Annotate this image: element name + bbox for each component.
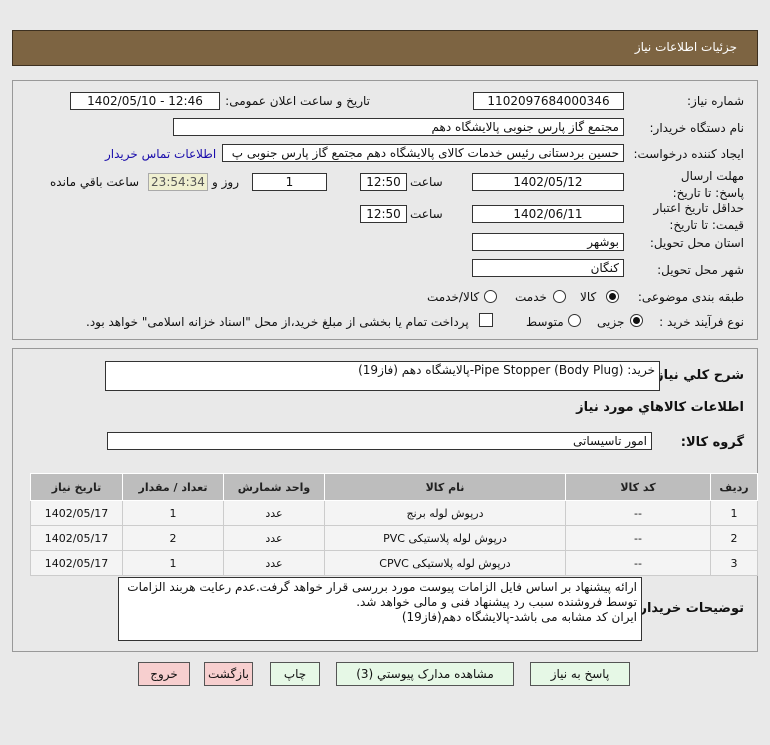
cell-row-number: 2 bbox=[710, 525, 758, 551]
creator-label: ایجاد کننده درخواست: bbox=[633, 147, 744, 161]
group-label: گروه کالا: bbox=[680, 435, 744, 450]
days-label: روز و bbox=[212, 175, 239, 189]
cell-name: درپوش لوله پلاستیکی CPVC bbox=[324, 550, 566, 576]
cell-name: درپوش لوله برنج bbox=[324, 500, 566, 526]
notes-field: ارائه پیشنهاد بر اساس فایل الزامات پیوست… bbox=[118, 577, 642, 641]
buyer-label: نام دستگاه خریدار: bbox=[649, 121, 745, 135]
deadline-time-field: 12:50 bbox=[360, 173, 407, 191]
notes-label: توضیحات خریدار: bbox=[634, 601, 744, 616]
exit-button[interactable]: خروج bbox=[138, 662, 190, 686]
process-option-label: جزیی bbox=[597, 315, 625, 329]
category-radio-service[interactable] bbox=[553, 290, 566, 303]
validity-label: حداقل تاریخ اعتبار قیمت: تا تاریخ: bbox=[653, 201, 744, 232]
province-field: بوشهر bbox=[472, 233, 624, 251]
announce-label: تاریخ و ساعت اعلان عمومی: bbox=[225, 94, 370, 108]
remaining-label: ساعت باقي مانده bbox=[50, 175, 140, 189]
column-header: ردیف bbox=[710, 473, 758, 501]
days-field: 1 bbox=[252, 173, 327, 191]
column-header: تاریخ نیاز bbox=[30, 473, 123, 501]
validity-time-field: 12:50 bbox=[360, 205, 407, 223]
cell-unit: عدد bbox=[223, 500, 325, 526]
need-number-label: شماره نیاز: bbox=[687, 94, 744, 108]
page-header: جزئیات اطلاعات نیاز bbox=[12, 30, 758, 66]
cell-code: -- bbox=[565, 525, 711, 551]
cell-unit: عدد bbox=[223, 550, 325, 576]
cell-date: 1402/05/17 bbox=[30, 525, 123, 551]
validity-date-field: 1402/06/11 bbox=[472, 205, 624, 223]
buyer-field: مجتمع گاز پارس جنوبی پالایشگاه دهم bbox=[173, 118, 624, 136]
city-field: کنگان bbox=[472, 259, 624, 277]
print-button[interactable]: چاپ bbox=[270, 662, 320, 686]
process-radio-medium[interactable] bbox=[568, 314, 581, 327]
cell-unit: عدد bbox=[223, 525, 325, 551]
cell-quantity: 1 bbox=[122, 500, 224, 526]
remaining-time-field: 23:54:34 bbox=[148, 173, 208, 191]
cell-date: 1402/05/17 bbox=[30, 500, 123, 526]
page-title: جزئیات اطلاعات نیاز bbox=[634, 40, 737, 54]
treasury-checkbox[interactable] bbox=[479, 313, 493, 327]
category-radio-goods[interactable] bbox=[606, 290, 619, 303]
cell-name: درپوش لوله پلاستیکی PVC bbox=[324, 525, 566, 551]
cell-quantity: 2 bbox=[122, 525, 224, 551]
cell-quantity: 1 bbox=[122, 550, 224, 576]
category-label: طبقه بندی موضوعی: bbox=[637, 290, 744, 304]
column-header: تعداد / مقدار bbox=[122, 473, 224, 501]
back-button[interactable]: بازگشت bbox=[204, 662, 253, 686]
group-field: امور تاسیساتی bbox=[107, 432, 652, 450]
cell-row-number: 1 bbox=[710, 500, 758, 526]
cell-row-number: 3 bbox=[710, 550, 758, 576]
announce-field: 1402/05/10 - 12:46 bbox=[70, 92, 220, 110]
city-label: شهر محل تحویل: bbox=[657, 263, 744, 277]
goods-section-title: اطلاعات کالاهاي مورد نياز bbox=[576, 400, 744, 415]
deadline-date-field: 1402/05/12 bbox=[472, 173, 624, 191]
view-attachments-button[interactable]: مشاهده مدارک پیوستي (3) bbox=[336, 662, 514, 686]
table-row: 2 -- درپوش لوله پلاستیکی PVC عدد 2 1402/05/17 bbox=[30, 525, 758, 551]
description-label: شرح کلي نياز: bbox=[650, 368, 744, 383]
deadline-label: مهلت ارسال پاسخ: تا تاریخ: bbox=[672, 169, 744, 200]
payment-note: پرداخت تمام یا بخشی از مبلغ خرید،از محل … bbox=[86, 315, 469, 329]
category-option-label: کالا/خدمت bbox=[427, 290, 480, 304]
notes-line: توسط فروشنده سبب رد پیشنهاد فنی و مالی خ… bbox=[356, 595, 637, 609]
cell-code: -- bbox=[565, 500, 711, 526]
contact-buyer-link[interactable]: اطلاعات تماس خریدار bbox=[105, 147, 216, 161]
column-header: واحد شمارش bbox=[223, 473, 325, 501]
category-radio-goods-service[interactable] bbox=[484, 290, 497, 303]
creator-field: حسین بردستانی رئیس خدمات کالای پالایشگاه… bbox=[222, 144, 624, 162]
column-header: کد کالا bbox=[565, 473, 711, 501]
process-label: نوع فرآیند خرید : bbox=[659, 315, 744, 329]
notes-line: ایران کد مشابه می باشد-پالایشگاه دهم(فاز… bbox=[401, 610, 637, 624]
process-radio-minor[interactable] bbox=[630, 314, 643, 327]
cell-date: 1402/05/17 bbox=[30, 550, 123, 576]
province-label: استان محل تحویل: bbox=[649, 236, 744, 250]
goods-table: ردیف کد کالا نام کالا واحد شمارش تعداد /… bbox=[30, 473, 758, 576]
table-header-row: ردیف کد کالا نام کالا واحد شمارش تعداد /… bbox=[30, 473, 758, 501]
reply-button[interactable]: پاسخ به نیاز bbox=[530, 662, 630, 686]
column-header: نام کالا bbox=[324, 473, 566, 501]
deadline-time-label: ساعت bbox=[410, 175, 443, 189]
cell-code: -- bbox=[565, 550, 711, 576]
validity-time-label: ساعت bbox=[410, 207, 443, 221]
process-option-label: متوسط bbox=[526, 315, 564, 329]
need-number-field: 1102097684000346 bbox=[473, 92, 624, 110]
category-option-label: خدمت bbox=[515, 290, 547, 304]
notes-line: ارائه پیشنهاد بر اساس فایل الزامات پیوست… bbox=[127, 580, 637, 594]
category-option-label: کالا bbox=[580, 290, 597, 304]
table-row: 3 -- درپوش لوله پلاستیکی CPVC عدد 1 1402/05/1… bbox=[30, 550, 758, 576]
table-row: 1 -- درپوش لوله برنج عدد 1 1402/05/17 bbox=[30, 500, 758, 526]
description-field: خرید: Pipe Stopper (Body Plug)-پالایشگاه… bbox=[105, 361, 660, 391]
